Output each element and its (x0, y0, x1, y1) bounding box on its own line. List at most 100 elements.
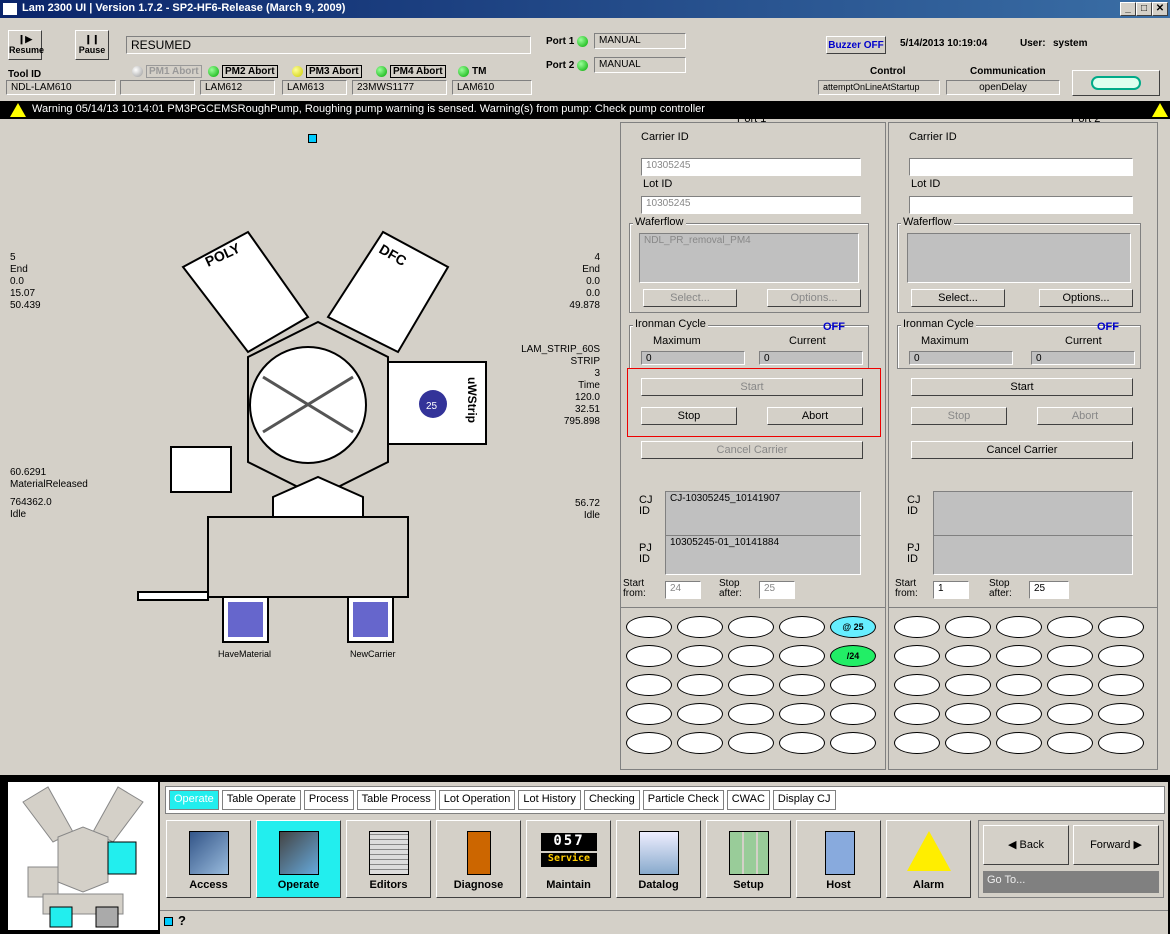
wafer-slot[interactable] (830, 703, 876, 725)
wafer-slot[interactable] (779, 674, 825, 696)
wafer-slot[interactable] (1047, 616, 1093, 638)
wafer-slot[interactable] (677, 674, 723, 696)
wafer-slot[interactable] (626, 732, 672, 754)
wafer-slot[interactable] (830, 674, 876, 696)
port1-waferflow-field[interactable]: NDL_PR_removal_PM4 (639, 233, 859, 283)
maintain-button[interactable]: 057 Service Maintain (526, 820, 611, 898)
tool-thumbnail[interactable] (8, 782, 158, 930)
port2-options-button[interactable]: Options... (1039, 289, 1133, 307)
port1-start-from-input[interactable]: 24 (665, 581, 701, 599)
access-button[interactable]: Access (166, 820, 251, 898)
wafer-slot[interactable] (626, 674, 672, 696)
tab-table-process[interactable]: Table Process (356, 790, 436, 810)
port1-options-button[interactable]: Options... (767, 289, 861, 307)
wafer-slot[interactable] (626, 703, 672, 725)
port2-lot-id-input[interactable] (909, 196, 1133, 214)
wafer-slot[interactable] (677, 645, 723, 667)
wafer-slot[interactable] (626, 616, 672, 638)
tab-checking[interactable]: Checking (583, 790, 640, 810)
diagnose-button[interactable]: Diagnose (436, 820, 521, 898)
wafer-slot[interactable] (996, 616, 1042, 638)
port2-abort-button[interactable]: Abort (1037, 407, 1133, 425)
goto-select[interactable]: Go To... (983, 871, 1159, 893)
port2-maximum-field[interactable]: 0 (909, 351, 1013, 365)
wafer-slot[interactable] (894, 674, 940, 696)
port1-abort-button[interactable]: Abort (767, 407, 863, 425)
minimize-button[interactable]: _ (1120, 2, 1136, 16)
wafer-slot[interactable] (779, 645, 825, 667)
wafer-slot[interactable]: @ 25 (830, 616, 876, 638)
port2-start-from-input[interactable]: 1 (933, 581, 969, 599)
maximize-button[interactable]: □ (1136, 2, 1152, 16)
wafer-slot[interactable] (945, 703, 991, 725)
tab-cwac[interactable]: CWAC (726, 790, 770, 810)
port1-stop-after-input[interactable]: 25 (759, 581, 795, 599)
communication-icon[interactable] (1072, 70, 1160, 96)
wafer-slot[interactable] (894, 703, 940, 725)
tab-table-operate[interactable]: Table Operate (221, 790, 301, 810)
wafer-slot[interactable] (894, 616, 940, 638)
wafer-slot[interactable] (779, 616, 825, 638)
forward-button[interactable]: Forward ▶ (1073, 825, 1159, 865)
wafer-slot[interactable] (894, 645, 940, 667)
wafer-slot[interactable] (677, 616, 723, 638)
warning-bar[interactable]: Warning 05/14/13 10:14:01 PM3PGCEMSRough… (0, 101, 1170, 119)
tab-display-cj[interactable]: Display CJ (772, 790, 836, 810)
wafer-slot[interactable] (677, 732, 723, 754)
port1-lot-id-input[interactable]: 10305245 (641, 196, 861, 214)
wafer-slot[interactable]: /24 (830, 645, 876, 667)
wafer-slot[interactable] (894, 732, 940, 754)
tab-process[interactable]: Process (303, 790, 354, 810)
port1-select-button[interactable]: Select... (643, 289, 737, 307)
wafer-slot[interactable] (1098, 732, 1144, 754)
pause-button[interactable]: ❙❙ Pause (75, 30, 109, 60)
datalog-button[interactable]: Datalog (616, 820, 701, 898)
wafer-slot[interactable] (945, 616, 991, 638)
wafer-slot[interactable] (1047, 674, 1093, 696)
pm2-abort-status[interactable]: PM2 Abort (208, 65, 278, 79)
pm3-abort-status[interactable]: PM3 Abort (292, 65, 362, 79)
back-button[interactable]: ◀ Back (983, 825, 1069, 865)
host-button[interactable]: Host (796, 820, 881, 898)
wafer-slot[interactable] (779, 732, 825, 754)
buzzer-button[interactable]: Buzzer OFF (826, 36, 886, 54)
wafer-slot[interactable] (728, 703, 774, 725)
tab-particle-check[interactable]: Particle Check (642, 790, 724, 810)
wafer-slot[interactable] (1047, 703, 1093, 725)
port2-cancel-carrier-button[interactable]: Cancel Carrier (911, 441, 1133, 459)
wafer-slot[interactable] (728, 645, 774, 667)
wafer-slot[interactable] (1098, 703, 1144, 725)
wafer-slot[interactable] (728, 674, 774, 696)
tab-lot-operation[interactable]: Lot Operation (438, 790, 516, 810)
resume-button[interactable]: ❙▶ Resume (8, 30, 44, 60)
port2-carrier-id-input[interactable] (909, 158, 1133, 176)
wafer-slot[interactable] (1047, 645, 1093, 667)
wafer-slot[interactable] (728, 732, 774, 754)
wafer-slot[interactable] (1098, 674, 1144, 696)
wafer-slot[interactable] (996, 732, 1042, 754)
editors-button[interactable]: Editors (346, 820, 431, 898)
wafer-slot[interactable] (830, 732, 876, 754)
wafer-slot[interactable] (996, 703, 1042, 725)
close-button[interactable]: ✕ (1152, 2, 1168, 16)
port2-waferflow-field[interactable] (907, 233, 1131, 283)
port2-start-button[interactable]: Start (911, 378, 1133, 396)
wafer-slot[interactable] (996, 645, 1042, 667)
port1-stop-button[interactable]: Stop (641, 407, 737, 425)
alarm-button[interactable]: Alarm (886, 820, 971, 898)
port2-stop-after-input[interactable]: 25 (1029, 581, 1069, 599)
wafer-slot[interactable] (996, 674, 1042, 696)
wafer-slot[interactable] (728, 616, 774, 638)
port2-stop-button[interactable]: Stop (911, 407, 1007, 425)
tab-operate[interactable]: Operate (169, 790, 219, 810)
wafer-slot[interactable] (1098, 645, 1144, 667)
poly-chamber[interactable] (181, 230, 310, 354)
wafer-slot[interactable] (945, 732, 991, 754)
wafer-slot[interactable] (626, 645, 672, 667)
wafer-slot[interactable] (677, 703, 723, 725)
port1-carrier-id-input[interactable]: 10305245 (641, 158, 861, 176)
wafer-slot[interactable] (779, 703, 825, 725)
port2-select-button[interactable]: Select... (911, 289, 1005, 307)
warning-expand-icon[interactable] (1152, 103, 1168, 117)
operate-button[interactable]: Operate (256, 820, 341, 898)
